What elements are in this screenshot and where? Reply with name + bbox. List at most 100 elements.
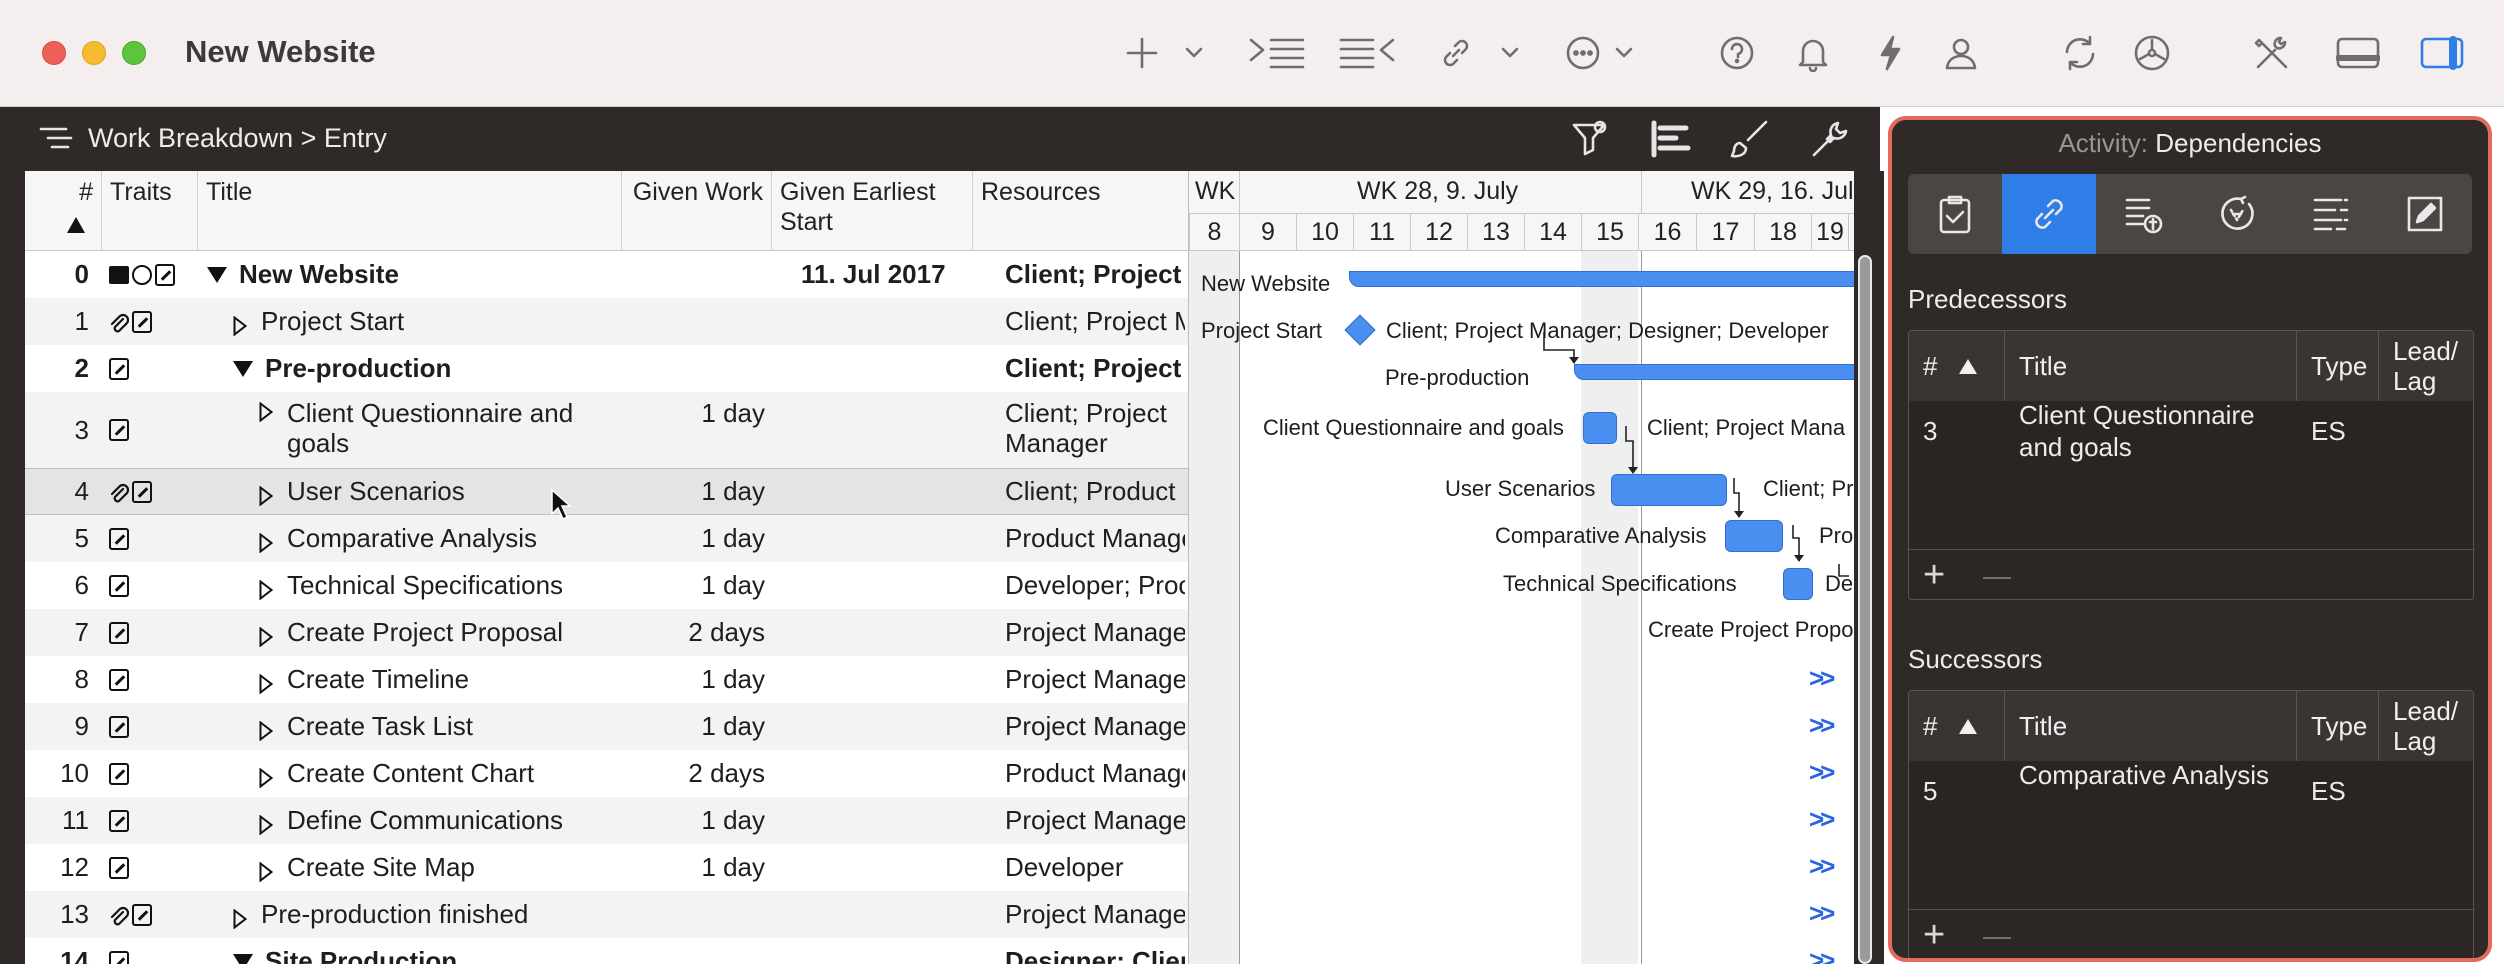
- add-successor-button[interactable]: +: [1923, 914, 1945, 957]
- indent-icon[interactable]: [1248, 30, 1306, 76]
- table-row[interactable]: 14 Site Production Designer; Clien: [25, 938, 1188, 964]
- wrench-icon[interactable]: [1810, 117, 1850, 161]
- row-given-work[interactable]: [625, 345, 765, 392]
- row-given-earliest-start[interactable]: [801, 891, 971, 938]
- disclosure-closed-icon[interactable]: [259, 576, 274, 601]
- sync-icon[interactable]: [2058, 30, 2102, 76]
- share-icon[interactable]: [2130, 30, 2174, 76]
- row-given-earliest-start[interactable]: [801, 345, 971, 392]
- overflow-indicator[interactable]: >>: [1809, 898, 1835, 929]
- table-row[interactable]: 1 Project Start Client; Project M: [25, 298, 1188, 345]
- row-resources[interactable]: Client; Project: [1005, 345, 1185, 392]
- table-row[interactable]: 5 Comparative Analysis 1 day Product Manage: [25, 515, 1188, 562]
- right-panel-icon[interactable]: [2418, 30, 2466, 76]
- row-resources[interactable]: Product Manage: [1005, 750, 1185, 797]
- table-row[interactable]: 9 Create Task List 1 day Project Manage: [25, 703, 1188, 750]
- row-given-work[interactable]: [625, 938, 765, 964]
- gantt-task-bar[interactable]: [1611, 474, 1727, 506]
- table-row[interactable]: 3 Client Questionnaire and goals 1 day Clie…: [25, 392, 1188, 468]
- more-icon[interactable]: [1562, 30, 1604, 76]
- pred-header-lead-lag[interactable]: Lead/ Lag: [2379, 331, 2473, 401]
- row-given-earliest-start[interactable]: [801, 515, 971, 562]
- breadcrumb-view[interactable]: Work Breakdown: [88, 123, 293, 153]
- column-header-given-earliest-start[interactable]: Given Earliest Start: [772, 171, 973, 251]
- overflow-indicator[interactable]: >>: [1809, 663, 1835, 694]
- row-given-work[interactable]: 1 day: [625, 703, 765, 750]
- table-row[interactable]: 0 New Website 11. Jul 2017 Client; Project: [25, 251, 1188, 298]
- row-title-cell[interactable]: Create Timeline: [259, 656, 617, 703]
- row-title-cell[interactable]: New Website: [207, 251, 617, 298]
- overflow-indicator[interactable]: >>: [1809, 757, 1835, 788]
- row-given-work[interactable]: [625, 891, 765, 938]
- disclosure-closed-icon[interactable]: [259, 670, 274, 695]
- row-given-work[interactable]: 1 day: [625, 797, 765, 844]
- row-title-cell[interactable]: Technical Specifications: [259, 562, 617, 609]
- row-title-cell[interactable]: Site Production: [233, 938, 617, 964]
- bolt-icon[interactable]: [1870, 30, 1910, 76]
- disclosure-open-icon[interactable]: [233, 360, 253, 377]
- row-given-earliest-start[interactable]: [801, 750, 971, 797]
- minimize-window-button[interactable]: [82, 41, 106, 65]
- pred-cell-title[interactable]: Client Questionnaire and goals: [2019, 399, 2279, 463]
- column-header-traits[interactable]: Traits: [102, 171, 198, 251]
- row-given-work[interactable]: 2 days: [625, 609, 765, 656]
- brush-icon[interactable]: [1730, 117, 1770, 161]
- checklist-icon[interactable]: [1908, 174, 2002, 254]
- breadcrumb-page[interactable]: Entry: [324, 123, 387, 153]
- overflow-indicator[interactable]: >>: [1809, 710, 1835, 741]
- row-given-earliest-start[interactable]: [801, 938, 971, 964]
- row-given-earliest-start[interactable]: [801, 392, 971, 468]
- overflow-indicator[interactable]: >>: [1809, 851, 1835, 882]
- close-window-button[interactable]: [42, 41, 66, 65]
- succ-cell-number[interactable]: 5: [1923, 775, 1937, 807]
- disclosure-closed-icon[interactable]: [259, 623, 274, 648]
- succ-header-number[interactable]: #: [1909, 691, 2005, 761]
- row-resources[interactable]: Project Manage: [1005, 797, 1185, 844]
- add-predecessor-button[interactable]: +: [1923, 554, 1945, 597]
- row-given-work[interactable]: 1 day: [625, 656, 765, 703]
- disclosure-closed-icon[interactable]: [259, 482, 274, 507]
- zoom-window-button[interactable]: [122, 41, 146, 65]
- row-given-work[interactable]: [625, 298, 765, 345]
- disclosure-open-icon[interactable]: [233, 953, 253, 964]
- row-title-cell[interactable]: Create Site Map: [259, 844, 617, 891]
- row-title-cell[interactable]: Comparative Analysis: [259, 515, 617, 562]
- chevron-down-icon[interactable]: [1496, 30, 1524, 76]
- row-given-work[interactable]: 1 day: [625, 469, 765, 514]
- table-row[interactable]: 6 Technical Specifications 1 day Developer;…: [25, 562, 1188, 609]
- chevron-down-icon[interactable]: [1610, 30, 1638, 76]
- row-given-earliest-start[interactable]: [801, 844, 971, 891]
- row-given-work[interactable]: 1 day: [625, 392, 765, 468]
- succ-header-title[interactable]: Title: [2005, 691, 2297, 761]
- row-given-earliest-start[interactable]: [801, 703, 971, 750]
- align-left-icon[interactable]: [1650, 117, 1692, 161]
- disclosure-closed-icon[interactable]: [259, 858, 274, 883]
- gantt-task-bar[interactable]: [1583, 412, 1617, 444]
- row-title-cell[interactable]: Client Questionnaire and goals: [259, 392, 617, 468]
- column-header-resources[interactable]: Resources: [973, 171, 1188, 251]
- row-given-earliest-start[interactable]: [801, 609, 971, 656]
- row-title-cell[interactable]: Create Task List: [259, 703, 617, 750]
- row-given-work[interactable]: 1 day: [625, 844, 765, 891]
- chevron-down-icon[interactable]: [1180, 30, 1208, 76]
- row-resources[interactable]: Project Manage: [1005, 703, 1185, 750]
- tools-icon[interactable]: [2250, 30, 2294, 76]
- row-given-earliest-start[interactable]: [801, 656, 971, 703]
- disclosure-closed-icon[interactable]: [233, 312, 248, 337]
- column-header-number[interactable]: #: [25, 171, 102, 251]
- row-resources[interactable]: Project Manage: [1005, 656, 1185, 703]
- disclosure-closed-icon[interactable]: [259, 717, 274, 742]
- row-resources[interactable]: Developer; Proc: [1005, 562, 1185, 609]
- row-given-earliest-start[interactable]: [801, 469, 971, 514]
- table-row[interactable]: 8 Create Timeline 1 day Project Manage: [25, 656, 1188, 703]
- gantt-scrollbar-thumb[interactable]: [1860, 257, 1870, 962]
- edit-icon[interactable]: [2378, 174, 2472, 254]
- link-icon[interactable]: [1434, 30, 1478, 76]
- table-row[interactable]: 10 Create Content Chart 2 days Product Mana…: [25, 750, 1188, 797]
- disclosure-closed-icon[interactable]: [259, 398, 274, 423]
- row-resources[interactable]: Project Manage: [1005, 891, 1185, 938]
- gantt-summary-bar[interactable]: [1574, 364, 1854, 380]
- row-given-work[interactable]: 2 days: [625, 750, 765, 797]
- gantt-task-bar[interactable]: [1783, 568, 1813, 600]
- pred-cell-number[interactable]: 3: [1923, 415, 1937, 447]
